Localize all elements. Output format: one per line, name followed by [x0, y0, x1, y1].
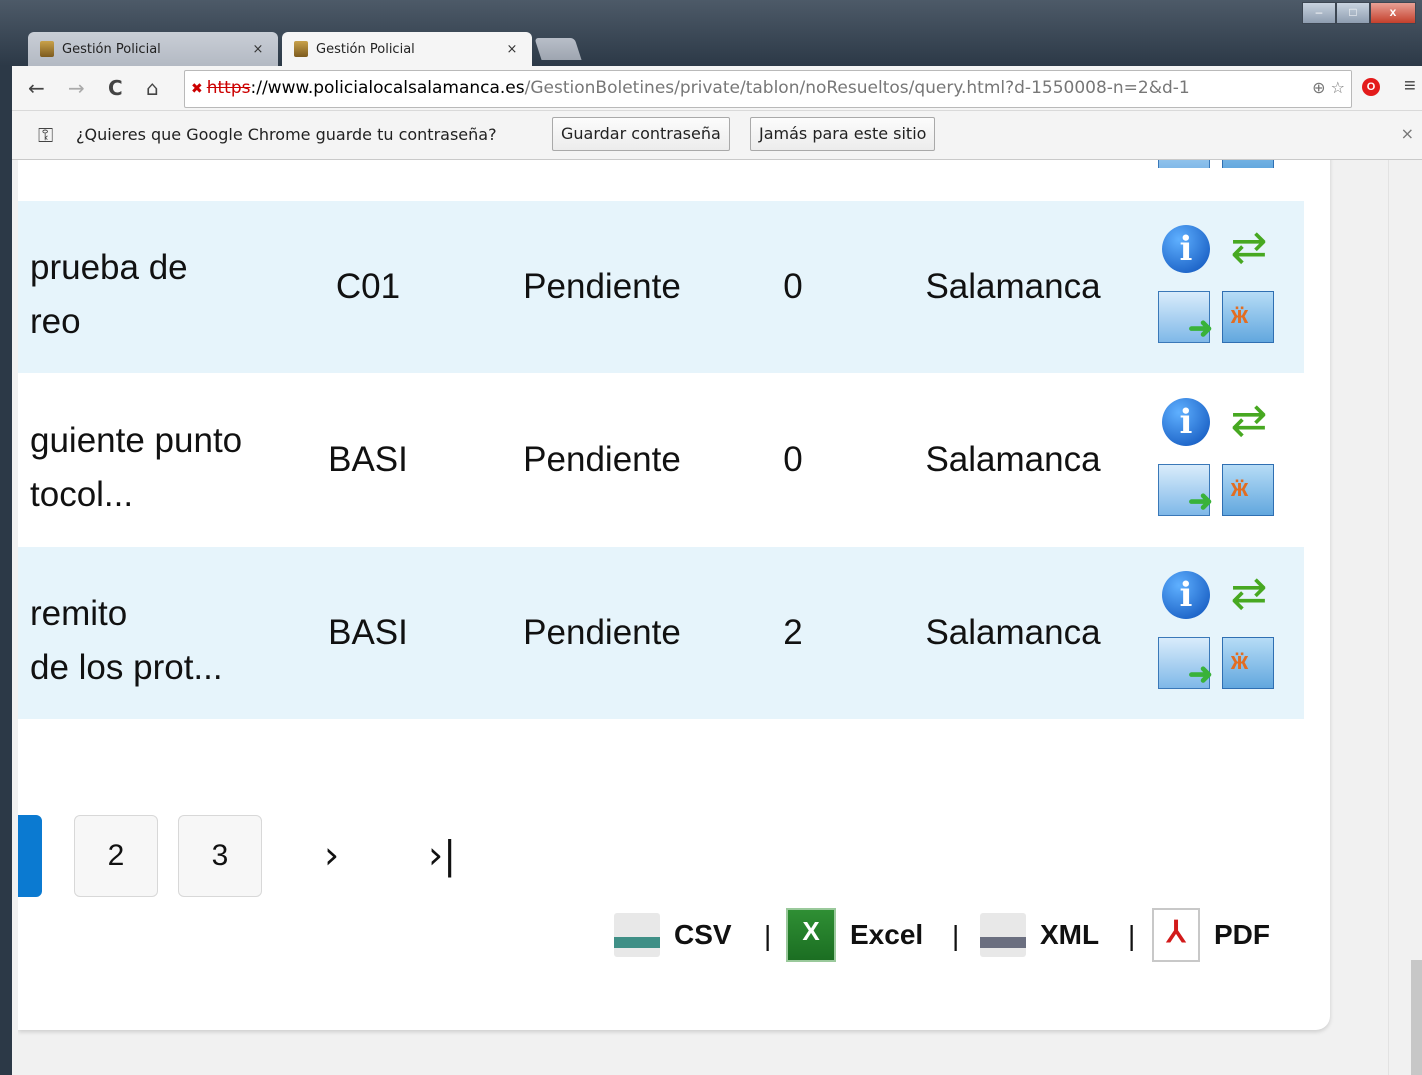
save-password-button[interactable]: Guardar contraseña	[552, 117, 730, 151]
row-code: BASI	[328, 613, 408, 652]
export-label: XML	[1040, 919, 1100, 950]
row-status: Pendiente	[523, 613, 681, 652]
row-actions: i ⇄ ➜ ӝ	[1158, 396, 1278, 526]
tab-title: Gestión Policial	[62, 41, 161, 57]
tab-close-icon[interactable]: ×	[502, 42, 522, 57]
site-favicon-icon	[294, 41, 308, 57]
page-2-button[interactable]: 2	[74, 815, 158, 897]
row-count: 2	[783, 613, 803, 652]
previous-row-actions	[1158, 160, 1278, 168]
site-favicon-icon	[40, 41, 54, 57]
row-description: remito de los prot...	[30, 594, 223, 687]
export-csv-link[interactable]: CSV	[614, 907, 732, 963]
separator: |	[952, 920, 960, 951]
export-label: PDF	[1214, 919, 1270, 950]
forward-arrow-icon[interactable]: →	[68, 76, 85, 100]
send-mail-icon[interactable]	[1158, 160, 1210, 168]
assign-users-icon[interactable]	[1222, 160, 1274, 168]
send-mail-icon[interactable]: ➜	[1158, 464, 1213, 517]
maximize-button[interactable]: □	[1336, 2, 1370, 24]
url-host: ://www.policialocalsalamanca.es	[250, 78, 525, 98]
table-row: guiente punto tocol... BASI Pendiente 0 …	[18, 374, 1304, 546]
assign-users-icon[interactable]: ӝ	[1222, 637, 1274, 689]
address-bar[interactable]: ✖ https://www.policialocalsalamanca.es/Ge…	[184, 70, 1352, 108]
home-icon[interactable]: ⌂	[146, 76, 159, 100]
row-actions: i ⇄ ➜ ӝ	[1158, 569, 1278, 699]
reload-icon[interactable]: C	[108, 76, 123, 100]
csv-icon	[614, 913, 660, 957]
row-status: Pendiente	[523, 267, 681, 306]
zoom-icon[interactable]: ⊕	[1312, 78, 1325, 97]
row-code: BASI	[328, 440, 408, 479]
separator: |	[1128, 920, 1136, 951]
refresh-icon[interactable]: ⇄	[1224, 223, 1274, 273]
info-icon[interactable]: i	[1162, 225, 1210, 273]
browser-toolbar: ← → C ⌂ ✖ https://www.policialocalsalaman…	[12, 66, 1422, 111]
row-status: Pendiente	[523, 440, 681, 479]
row-city: Salamanca	[925, 613, 1101, 652]
tab-gestion-policial-1[interactable]: Gestión Policial ×	[28, 32, 278, 66]
results-panel: prueba de reo C01 Pendiente 0 Salamanca …	[18, 160, 1330, 1030]
broken-lock-icon: ✖	[191, 81, 203, 97]
export-excel-link[interactable]: X Excel	[786, 907, 923, 963]
export-pdf-link[interactable]: ⅄ PDF	[1152, 907, 1270, 963]
next-page-icon[interactable]: ›	[324, 815, 339, 895]
tab-title: Gestión Policial	[316, 41, 415, 57]
window-controls: – □ x	[1302, 2, 1416, 24]
row-actions: i ⇄ ➜ ӝ	[1158, 223, 1278, 353]
row-description: guiente punto tocol...	[30, 421, 243, 514]
window-close-button[interactable]: x	[1370, 2, 1416, 24]
key-icon: ⚿	[38, 123, 54, 147]
window-titlebar: Gestión Policial × Gestión Policial × – …	[0, 0, 1422, 66]
page-current-button[interactable]	[18, 815, 42, 897]
page-scrollbar[interactable]	[1388, 160, 1422, 1075]
row-code: C01	[335, 267, 401, 306]
refresh-icon[interactable]: ⇄	[1224, 569, 1274, 619]
xml-icon	[980, 913, 1026, 957]
url-scheme: https	[206, 78, 251, 98]
table-row: prueba de reo C01 Pendiente 0 Salamanca …	[18, 201, 1304, 373]
minimize-button[interactable]: –	[1302, 2, 1336, 24]
infobar-close-icon[interactable]: ×	[1401, 124, 1414, 143]
row-count: 0	[783, 267, 803, 306]
table-row: remito de los prot... BASI Pendiente 2 S…	[18, 547, 1304, 719]
password-prompt-message: ¿Quieres que Google Chrome guarde tu con…	[76, 125, 497, 144]
export-label: CSV	[674, 919, 732, 950]
extension-icon[interactable]: O	[1362, 78, 1380, 96]
page-viewport: prueba de reo C01 Pendiente 0 Salamanca …	[18, 160, 1388, 1075]
info-icon[interactable]: i	[1162, 571, 1210, 619]
page-3-button[interactable]: 3	[178, 815, 262, 897]
send-mail-icon[interactable]: ➜	[1158, 637, 1213, 690]
tab-gestion-policial-2[interactable]: Gestión Policial ×	[282, 32, 532, 66]
refresh-icon[interactable]: ⇄	[1224, 396, 1274, 446]
bookmark-star-icon[interactable]: ☆	[1331, 78, 1345, 97]
tab-close-icon[interactable]: ×	[248, 42, 268, 57]
info-icon[interactable]: i	[1162, 398, 1210, 446]
url-path: /GestionBoletines/private/tablon/noResue…	[524, 78, 1190, 98]
export-label: Excel	[850, 919, 924, 950]
row-city: Salamanca	[925, 267, 1101, 306]
scrollbar-thumb[interactable]	[1411, 960, 1422, 1075]
row-description: prueba de reo	[30, 248, 188, 341]
assign-users-icon[interactable]: ӝ	[1222, 464, 1274, 516]
never-save-button[interactable]: Jamás para este sitio	[750, 117, 936, 151]
new-tab-button[interactable]	[534, 38, 582, 60]
row-city: Salamanca	[925, 440, 1101, 479]
excel-icon: X	[786, 908, 836, 962]
password-infobar: ⚿ ¿Quieres que Google Chrome guarde tu c…	[12, 111, 1422, 160]
chrome-menu-icon[interactable]: ≡	[1404, 75, 1416, 98]
separator: |	[764, 920, 772, 951]
pdf-icon: ⅄	[1152, 908, 1200, 962]
last-page-icon[interactable]: ›|	[428, 815, 456, 895]
assign-users-icon[interactable]: ӝ	[1222, 291, 1274, 343]
export-xml-link[interactable]: XML	[980, 907, 1099, 963]
window-left-border	[0, 66, 12, 1075]
send-mail-icon[interactable]: ➜	[1158, 291, 1213, 344]
back-arrow-icon[interactable]: ←	[28, 76, 45, 100]
omnibox-icons: ⊕ ☆	[1306, 71, 1351, 105]
row-count: 0	[783, 440, 803, 479]
